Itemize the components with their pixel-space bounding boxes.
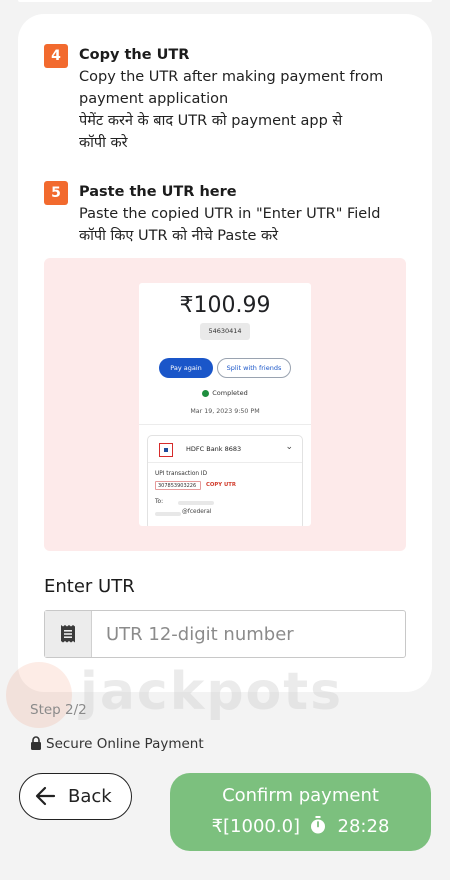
payment-example-image: ₹100.99 54630414 Pay again Split with fr… [44,258,406,551]
stopwatch-icon [310,816,325,834]
secure-payment-note: Secure Online Payment [30,736,204,752]
step-indicator: Step 2/2 [30,702,87,718]
utr-label: Enter UTR [44,576,135,597]
example-bank-header: HDFC Bank 8683 ⌄ [148,436,302,463]
step-4-title: Copy the UTR [79,47,190,63]
step-5-text: Paste the UTR here Paste the copied UTR … [79,181,409,247]
example-status: Completed [139,389,311,397]
receipt-icon [61,625,75,643]
confirm-payment-details: ₹[1000.0] 28:28 [170,816,431,837]
example-vpa: @fcederal [182,509,212,515]
confirm-amount: ₹[1000.0] [211,816,301,837]
step-4-badge: 4 [44,44,68,68]
step-5-badge: 5 [44,181,68,205]
step-5-title: Paste the UTR here [79,184,237,200]
chevron-down-icon: ⌄ [285,442,293,452]
example-divider [139,424,311,425]
example-date: Mar 19, 2023 9:50 PM [190,408,260,415]
confirm-payment-label: Confirm payment [222,785,379,806]
example-bank-card: HDFC Bank 8683 ⌄ UPI transaction ID 3078… [147,435,303,526]
example-to-label: To: [155,499,164,505]
example-bank-name: HDFC Bank 8683 [186,445,242,453]
step-4-line: कॉपी करे [79,135,128,151]
bank-logo-icon [159,443,173,457]
step-5-line: Paste the copied UTR in "Enter UTR" Fiel… [79,206,381,222]
arrow-left-icon [35,786,56,806]
lock-icon [31,736,41,750]
example-split-button: Split with friends [217,358,291,378]
example-upi-id: 307853903226 [155,481,201,490]
example-upi-label: UPI transaction ID [155,471,208,477]
utr-icon-box [45,611,92,657]
example-copy-utr: COPY UTR [206,482,236,488]
example-amount: ₹100.99 [179,293,271,318]
confirm-timer: 28:28 [337,816,390,837]
back-button-label: Back [68,786,112,807]
example-phone-screen: ₹100.99 54630414 Pay again Split with fr… [139,283,311,526]
example-status-text: Completed [212,389,248,397]
step-4-line: पेमेंट करने के बाद UTR को payment app से [79,113,343,129]
utr-field [44,610,406,658]
step-5-line: कॉपी किए UTR को नीचे Paste करे [79,228,279,244]
example-redacted-name [178,501,214,505]
step-4-text: Copy the UTR Copy the UTR after making p… [79,44,409,154]
step-4-line: payment application [79,91,229,107]
secure-payment-text: Secure Online Payment [46,736,204,752]
check-circle-icon [202,389,210,397]
example-reference-chip: 54630414 [200,323,250,340]
back-button[interactable]: Back [19,773,132,820]
previous-card-edge [18,0,432,2]
step-4-line: Copy the UTR after making payment from [79,69,384,85]
utr-input[interactable] [93,611,405,657]
confirm-payment-button[interactable]: Confirm payment ₹[1000.0] 28:28 [170,773,431,851]
example-redacted-vpa [155,512,181,516]
example-pay-again-button: Pay again [159,358,213,378]
